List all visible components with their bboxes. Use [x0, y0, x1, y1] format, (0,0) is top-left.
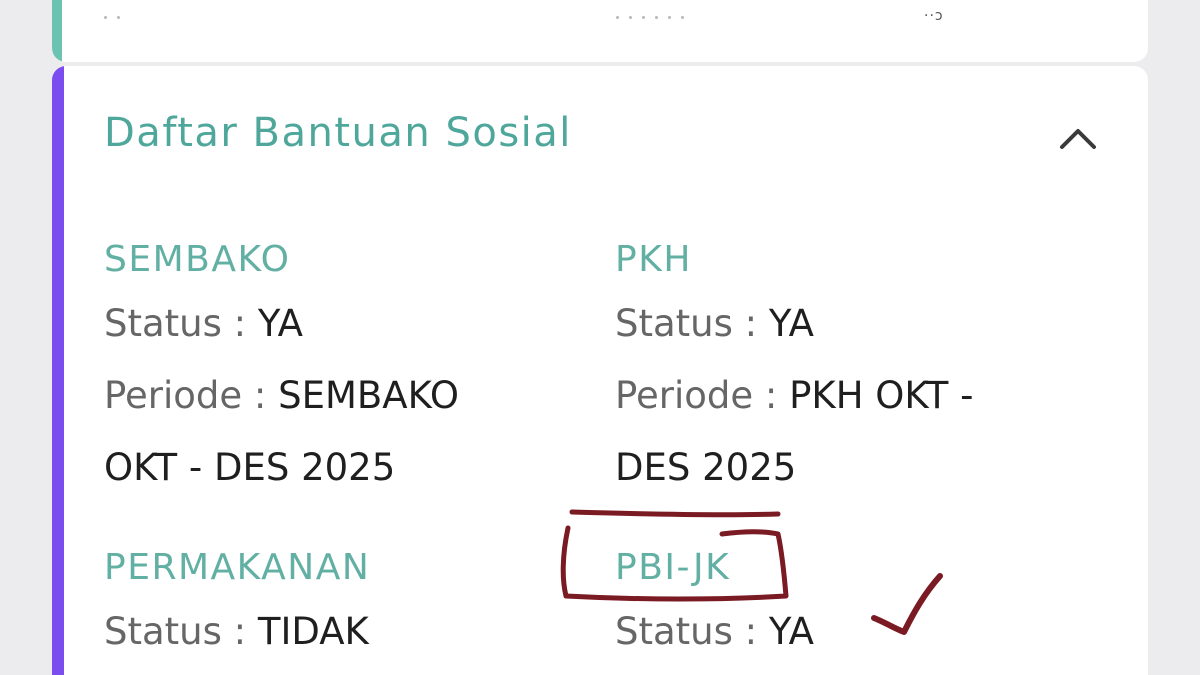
previous-card-accent — [52, 0, 62, 62]
program-item-sembako: SEMBAKO Status : YA Periode : SEMBAKO OK… — [104, 238, 459, 504]
period-line: Periode : PKH OKT - — [615, 360, 974, 432]
status-label: Status : — [104, 302, 258, 345]
period-label: Periode : — [104, 374, 279, 417]
period-value-continued: DES 2025 — [615, 446, 797, 489]
status-value: YA — [768, 610, 814, 653]
status-line: Status : YA — [104, 288, 459, 360]
program-name: SEMBAKO — [104, 239, 291, 280]
period-line-continued: OKT - DES 2025 — [104, 432, 459, 504]
status-line: Status : YA — [615, 288, 974, 360]
status-value: YA — [257, 302, 303, 345]
status-line: Status : YA — [615, 596, 814, 668]
bansos-card: Daftar Bantuan Sosial SEMBAKO Status : Y… — [52, 66, 1148, 675]
section-title: Daftar Bantuan Sosial — [104, 110, 572, 156]
status-label: Status : — [104, 610, 258, 653]
status-label: Status : — [615, 302, 769, 345]
status-label: Status : — [615, 610, 769, 653]
previous-card: ··ɔ — [52, 0, 1148, 62]
card-accent-bar — [52, 66, 64, 675]
screen: ··ɔ Daftar Bantuan Sosial SEMBAKO Status… — [0, 0, 1200, 675]
program-item-pkh: PKH Status : YA Periode : PKH OKT - DES … — [615, 238, 974, 504]
previous-card-text-fragment — [616, 16, 684, 20]
previous-card-icon: ··ɔ — [924, 8, 944, 24]
status-value: YA — [768, 302, 814, 345]
collapse-button[interactable] — [1056, 116, 1100, 160]
program-item-permakanan: PERMAKANAN Status : TIDAK — [104, 546, 370, 668]
period-label: Periode : — [615, 374, 790, 417]
period-value: SEMBAKO — [278, 374, 459, 417]
program-name: PERMAKANAN — [104, 547, 371, 588]
status-value: TIDAK — [257, 610, 369, 653]
status-line: Status : TIDAK — [104, 596, 370, 668]
program-name: PBI-JK — [615, 547, 731, 588]
period-line-continued: DES 2025 — [615, 432, 974, 504]
period-value-continued: OKT - DES 2025 — [104, 446, 396, 489]
period-line: Periode : SEMBAKO — [104, 360, 459, 432]
program-item-pbi-jk: PBI-JK Status : YA — [615, 546, 814, 668]
period-value: PKH OKT - — [789, 374, 974, 417]
program-name: PKH — [615, 239, 692, 280]
previous-card-text-fragment — [104, 16, 120, 20]
chevron-up-icon — [1060, 129, 1096, 149]
